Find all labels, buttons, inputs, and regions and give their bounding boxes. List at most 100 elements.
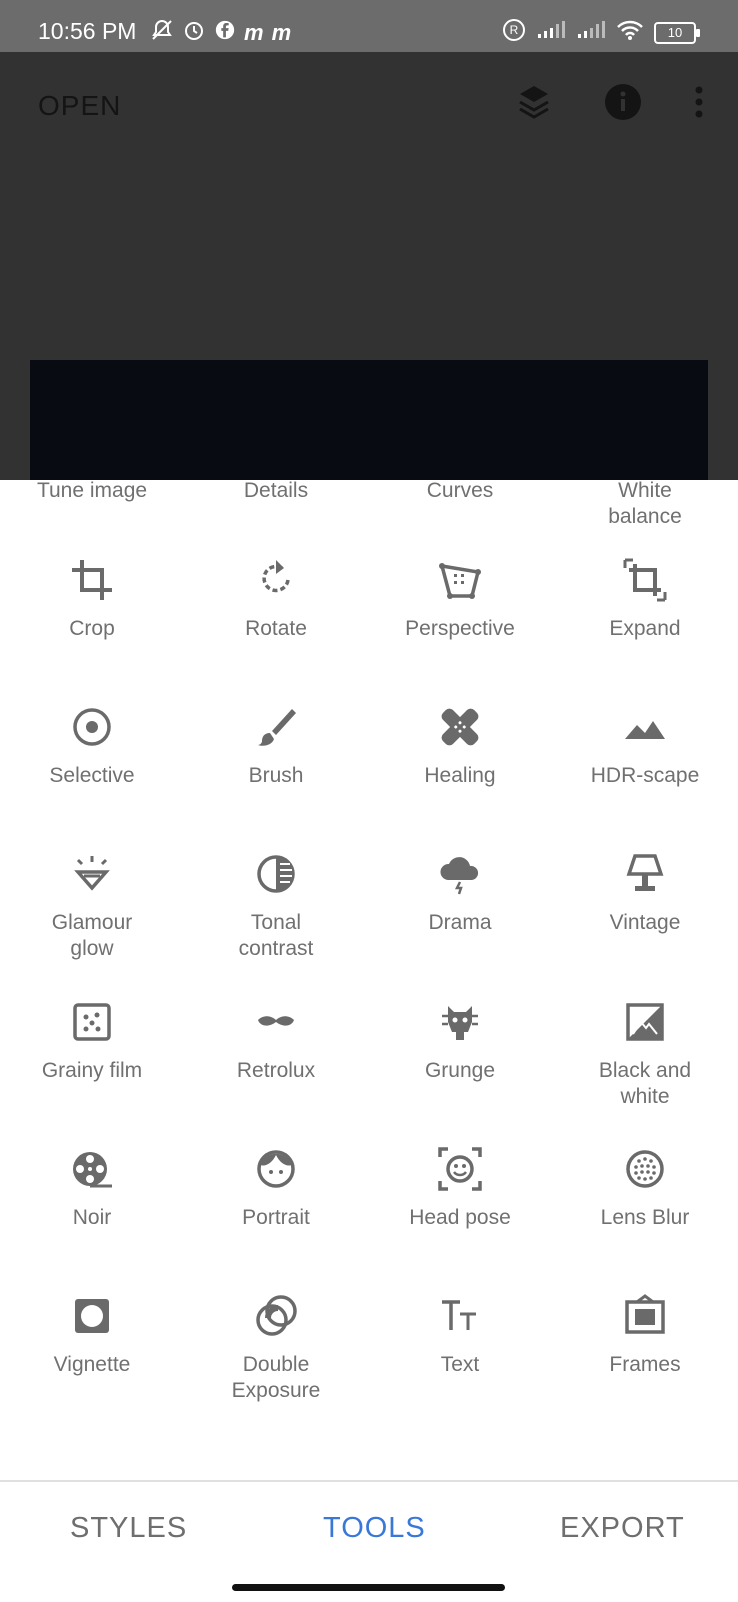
tool-label: Frames [609,1353,681,1376]
home-indicator[interactable] [232,1584,505,1591]
tool-label: Retrolux [236,1059,316,1082]
tool-label: Vintage [609,911,681,934]
registered-icon: R [502,18,526,48]
tool-label: Vignette [53,1353,131,1376]
svg-text:R: R [510,23,519,37]
double-exposure-icon [256,1295,297,1336]
grainy-film-icon [73,1003,111,1041]
tool-label: Tonal contrast [238,911,314,960]
tool-healing[interactable]: Healing [368,703,552,789]
tool-vintage[interactable]: Vintage [553,850,737,936]
tool-rotate[interactable]: Rotate [184,556,368,642]
tool-grainy-film[interactable]: Grainy film [0,998,184,1084]
tool-brush[interactable]: Brush [184,703,368,789]
more-vert-icon[interactable] [694,85,704,124]
battery-indicator: 10 [654,22,700,44]
text-icon [442,1300,476,1330]
tool-expand[interactable]: Expand [553,556,737,642]
tool-label: Text [440,1353,480,1376]
frames-icon [625,1294,665,1334]
tool-perspective[interactable]: Perspective [368,556,552,642]
tool-curves[interactable]: Curves [368,478,552,504]
rotate-icon [262,560,290,593]
retrolux-icon [258,1016,294,1026]
vignette-icon [75,1299,109,1333]
tool-label: Brush [248,764,304,787]
tool-head-pose[interactable]: Head pose [368,1145,552,1231]
tool-crop[interactable]: Crop [0,556,184,642]
facebook-icon [214,19,236,47]
tool-label: Rotate [245,617,307,640]
tool-label: Curves [426,479,494,502]
perspective-icon [439,563,481,599]
lens-blur-icon [626,1150,664,1188]
tool-selective[interactable]: Selective [0,703,184,789]
tool-hdr-scape[interactable]: HDR-scape [553,703,737,789]
hdr-scape-icon [625,721,665,739]
drama-icon [440,857,479,895]
tool-glamour-glow[interactable]: Glamour glow [0,850,184,962]
tool-label: Perspective [405,617,515,640]
status-time: 10:56 PM [38,18,137,44]
tab-export[interactable]: EXPORT [560,1512,685,1545]
messenger-icon: m [271,20,292,45]
tool-label: Drama [428,911,492,934]
signal-icon [576,20,606,46]
status-bar: 10:56 PM m m R 10 [0,0,738,52]
tool-tune-image[interactable]: Tune image [0,478,184,504]
tool-label: Double Exposure [231,1353,321,1402]
tool-label: Grunge [424,1059,496,1082]
tool-black-and-white[interactable]: Black and white [553,998,737,1110]
tool-label: Glamour glow [51,911,133,960]
tool-label: Lens Blur [600,1206,690,1229]
tool-noir[interactable]: Noir [0,1145,184,1231]
tool-text[interactable]: Text [368,1292,552,1378]
tool-white-balance[interactable]: White balance [553,478,737,530]
tool-tonal-contrast[interactable]: Tonal contrast [184,850,368,962]
tool-portrait[interactable]: Portrait [184,1145,368,1231]
info-icon[interactable] [604,83,642,126]
tool-details[interactable]: Details [184,478,368,504]
tool-label: Tune image [36,479,148,502]
tool-drama[interactable]: Drama [368,850,552,936]
healing-icon [441,708,479,746]
tool-label: Portrait [242,1206,310,1229]
selective-icon [73,708,111,746]
black-and-white-icon [626,1003,664,1041]
tab-tools[interactable]: TOOLS [323,1512,426,1545]
tool-lens-blur[interactable]: Lens Blur [553,1145,737,1231]
wifi-icon [616,19,644,47]
status-left-icons: m m [150,18,291,48]
muted-bell-icon [150,18,174,48]
tool-label: Head pose [409,1206,511,1229]
tools-panel: Tune image Details Curves White balance … [0,478,738,1480]
tool-label: Expand [609,617,681,640]
top-actions [516,82,704,127]
signal-icon [536,20,566,46]
tool-label: Black and white [598,1059,692,1108]
open-button[interactable]: OPEN [38,90,121,122]
glamour-glow-icon [74,856,110,891]
tool-retrolux[interactable]: Retrolux [184,998,368,1084]
tool-label: HDR-scape [590,764,700,787]
grunge-icon [442,1006,478,1040]
tool-double-exposure[interactable]: Double Exposure [184,1292,368,1404]
alarm-icon [182,18,206,48]
expand-icon [623,558,667,602]
photo-preview [30,360,708,480]
tool-label: Selective [49,764,135,787]
portrait-icon [257,1150,295,1188]
tool-frames[interactable]: Frames [553,1292,737,1378]
tab-styles[interactable]: STYLES [70,1512,187,1545]
tool-label: White balance [608,479,682,528]
brush-icon [258,709,296,746]
tonal-contrast-icon [257,855,295,893]
crop-icon [72,560,112,600]
layers-undo-icon[interactable] [516,82,552,127]
tool-label: Healing [424,764,496,787]
noir-icon [73,1152,112,1188]
tool-grunge[interactable]: Grunge [368,998,552,1084]
tool-label: Crop [69,617,115,640]
messenger-icon: m [244,20,264,45]
tool-vignette[interactable]: Vignette [0,1292,184,1378]
